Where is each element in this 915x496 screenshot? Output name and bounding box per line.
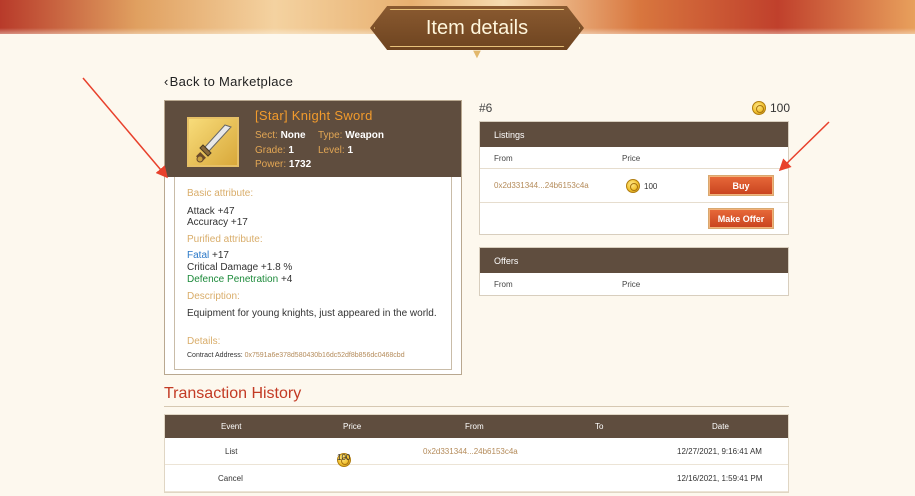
title-ornament-icon: ▼ (473, 49, 481, 60)
listings-columns: From Price (480, 147, 788, 169)
stat-grade: Grade: 1 (255, 145, 294, 156)
column-event: Event (221, 422, 242, 431)
purified-fatal: Fatal +17 (187, 250, 229, 261)
purified-attribute-label: Purified attribute: (187, 234, 263, 245)
stat-level: Level: 1 (318, 145, 354, 156)
purified-defence-penetration: Defence Penetration +4 (187, 274, 293, 285)
offer-action-row: Make Offer (480, 203, 788, 234)
description-text: Equipment for young knights, just appear… (187, 308, 437, 319)
item-name: [Star] Knight Sword (255, 108, 373, 123)
table-header: Event Price From To Date (165, 415, 788, 438)
back-link-label: Back to Marketplace (169, 74, 294, 89)
row-from-address[interactable]: 0x2d331344...24b6153c4a (423, 447, 518, 456)
offers-columns: From Price (494, 280, 641, 289)
column-to: To (595, 422, 604, 431)
item-card: [Star] Knight Sword Sect: None Type: Wea… (164, 100, 462, 375)
table-row: List 100 0x2d331344...24b6153c4a 12/27/2… (165, 438, 788, 467)
listings-panel: Listings From Price 0x2d331344...24b6153… (479, 121, 789, 235)
buy-button[interactable]: Buy (708, 175, 774, 196)
coin-icon (626, 179, 640, 193)
column-price: Price (343, 422, 362, 431)
transaction-history-table: Event Price From To Date List 100 0x2d33… (164, 414, 789, 493)
page-title: Item details (425, 16, 529, 39)
offers-panel: Offers From Price (479, 247, 789, 296)
back-to-marketplace-link[interactable]: ‹Back to Marketplace (164, 74, 293, 89)
stat-sect: Sect: None (255, 130, 306, 141)
item-price: 100 (752, 101, 790, 115)
listing-price: 100 (626, 179, 657, 193)
annotation-arrow-left (82, 77, 168, 179)
row-event: List (225, 447, 238, 456)
details-label: Details: (187, 336, 221, 347)
contract-address-link[interactable]: 0x7591a6e378d580430b16dc52df8b856dc0468c… (245, 352, 405, 359)
coin-icon (752, 101, 766, 115)
column-from: From (465, 422, 484, 431)
divider (164, 406, 789, 407)
transaction-history-title: Transaction History (164, 385, 302, 402)
row-event: Cancel (218, 474, 243, 483)
listing-from-address[interactable]: 0x2d331344...24b6153c4a (494, 181, 589, 190)
listing-row: 0x2d331344...24b6153c4a 100 Buy (480, 169, 788, 203)
listings-title: Listings (480, 122, 788, 147)
row-date: 12/27/2021, 9:16:41 AM (677, 447, 762, 456)
stat-power: Power: 1732 (255, 159, 312, 170)
lot-number: #6 (479, 101, 493, 115)
sword-icon (187, 117, 239, 167)
offers-title: Offers (480, 248, 788, 273)
row-date: 12/16/2021, 1:59:41 PM (677, 474, 763, 483)
column-date: Date (712, 422, 729, 431)
basic-attribute-label: Basic attribute: (187, 188, 254, 199)
make-offer-button[interactable]: Make Offer (708, 208, 774, 229)
contract-address: Contract Address: 0x7591a6e378d580430b16… (187, 352, 405, 359)
item-attributes: Basic attribute: Attack +47 Accuracy +17… (174, 177, 452, 370)
chevron-left-icon: ‹ (164, 74, 169, 89)
table-row: Cancel 12/16/2021, 1:59:41 PM (165, 465, 788, 492)
basic-accuracy: Accuracy +17 (187, 217, 248, 228)
stat-type: Type: Weapon (318, 130, 384, 141)
purified-critical-damage: Critical Damage +1.8 % (187, 262, 293, 273)
basic-attack: Attack +47 (187, 206, 235, 217)
item-header: [Star] Knight Sword Sect: None Type: Wea… (165, 101, 461, 177)
description-label: Description: (187, 291, 240, 302)
